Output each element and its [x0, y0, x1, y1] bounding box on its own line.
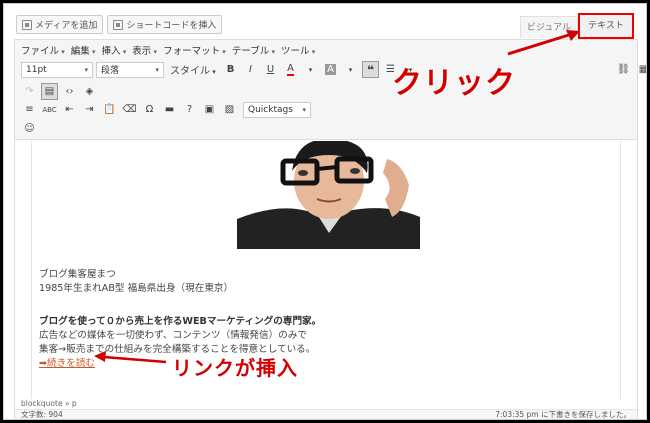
outdent-icon[interactable]: ⇤ [61, 101, 78, 118]
italic-icon[interactable]: I [242, 61, 259, 78]
autosave-status: 7:03:35 pm に下書きを保存しました。 [495, 410, 631, 419]
read-more-link[interactable]: ➡続きを読む [39, 357, 95, 371]
underline-icon[interactable]: U [262, 61, 279, 78]
help-icon[interactable]: ? [181, 101, 198, 118]
code-icon[interactable]: ‹› [61, 83, 78, 100]
preview-icon[interactable]: ◈ [81, 83, 98, 100]
indent-icon[interactable]: ⇥ [81, 101, 98, 118]
insert-shortcode-label: ショートコードを挿入 [126, 21, 217, 31]
bold-icon[interactable]: B [222, 61, 239, 78]
editor-footer: 文字数: 904 7:03:35 pm に下書きを保存しました。 [15, 409, 637, 419]
align-icon[interactable]: ≡ [21, 101, 38, 118]
chevron-down-icon: ▾ [155, 65, 159, 74]
menu-file[interactable]: ファイル [21, 43, 65, 57]
blockquote-icon[interactable]: ❝ [362, 61, 379, 78]
image-icon[interactable]: ▨ [221, 101, 238, 118]
styles-select[interactable]: スタイル ▾ [167, 62, 219, 77]
author-name: ブログ集客屋まつ [39, 269, 116, 280]
editor-frame: メディアを追加 ショートコードを挿入 ビジュアル テキスト ファイル 編集 挿入… [3, 3, 647, 420]
paragraph-value: 段落 [101, 66, 120, 76]
chevron-down-icon[interactable]: ▾ [302, 61, 319, 78]
redo-icon[interactable]: ↷ [21, 83, 38, 100]
link-inserted-annotation: リンクが挿入 [172, 356, 298, 380]
insert-shortcode-button[interactable]: ショートコードを挿入 [107, 15, 223, 34]
tinymce-editor: ファイル 編集 挿入 表示 フォーマット テーブル ツール 11pt▾ 段落▾ … [14, 39, 646, 419]
author-profile: 1985年生まれAB型 福島県出身（現在東京） [39, 283, 234, 294]
menu-view[interactable]: 表示 [132, 43, 157, 57]
profile-photo[interactable] [237, 141, 420, 249]
shortcode-icon [113, 19, 124, 30]
toolbar-row-3: ≡ ABC ⇤ ⇥ 📋 ⌫ Ω ▬ ? ▣ ▨ Quicktags ▾ [21, 101, 311, 118]
document-body[interactable]: ブログ集客屋まつ 1985年生まれAB型 福島県出身（現在東京） ブログを使って… [31, 141, 621, 399]
text-color-icon[interactable]: A [282, 61, 299, 78]
author-tagline: ブログを使って０から売上を作るWEBマーケティングの専門家。 [39, 316, 322, 327]
chevron-down-icon: ▾ [302, 105, 306, 114]
element-path: blockquote » p [21, 399, 77, 408]
chevron-down-icon[interactable]: ▾ [342, 61, 359, 78]
add-media-label: メディアを追加 [35, 21, 98, 31]
menubar: ファイル 編集 挿入 表示 フォーマット テーブル ツール [21, 43, 315, 57]
click-annotation: クリック [392, 66, 516, 101]
tab-visual[interactable]: ビジュアル [519, 16, 578, 38]
toolbar-row-4: ☺ [21, 120, 38, 137]
menu-format[interactable]: フォーマット [163, 43, 226, 57]
menu-table[interactable]: テーブル [232, 43, 275, 57]
tab-text[interactable]: テキスト [578, 13, 634, 39]
toolbar-row-2: ↷ ▤ ‹› ◈ [21, 83, 98, 100]
emoji-icon[interactable]: ☺ [21, 120, 38, 137]
menu-tools[interactable]: ツール [281, 43, 315, 57]
media-buttons: メディアを追加 ショートコードを挿入 [16, 15, 223, 35]
menu-edit[interactable]: 編集 [71, 43, 96, 57]
spellcheck-icon[interactable]: ABC [41, 101, 58, 118]
quicktags-select[interactable]: Quicktags ▾ [243, 101, 311, 118]
editor-toolbar: ファイル 編集 挿入 表示 フォーマット テーブル ツール 11pt▾ 段落▾ … [15, 40, 646, 140]
font-size-select[interactable]: 11pt ▾ [21, 61, 93, 78]
quicktags-label: Quicktags [248, 104, 293, 115]
keyboard-icon[interactable]: ▤ [41, 83, 58, 100]
profile-photo-image [237, 141, 420, 249]
table-icon[interactable]: ▦ [635, 61, 646, 78]
word-count: 文字数: 904 [21, 410, 63, 419]
author-description-1: 広告などの媒体を一切使わず、コンテンツ（情報発信）のみで [39, 330, 307, 341]
editor-content[interactable]: ブログ集客屋まつ 1985年生まれAB型 福島県出身（現在東京） ブログを使って… [15, 141, 637, 399]
paste-icon[interactable]: 📋 [101, 101, 118, 118]
omega-icon[interactable]: Ω [141, 101, 158, 118]
background-color-icon[interactable]: A [322, 61, 339, 78]
add-media-button[interactable]: メディアを追加 [16, 15, 104, 34]
media-icon [22, 19, 32, 30]
media-embed-icon[interactable]: ▣ [201, 101, 218, 118]
menu-insert[interactable]: 挿入 [102, 43, 127, 57]
eraser-icon[interactable]: ⌫ [121, 101, 138, 118]
chevron-down-icon: ▾ [84, 65, 88, 74]
font-size-value: 11pt [26, 64, 47, 75]
hr-icon[interactable]: ▬ [161, 101, 178, 118]
editor-tabs: ビジュアル テキスト [519, 13, 634, 39]
toolbar-row-1: 11pt▾ 段落▾ スタイル ▾ B I U A ▾ A ▾ ❝ ☰ ▾ ⛓ ▦… [21, 61, 646, 78]
unlink-icon[interactable]: ⛓ [615, 61, 632, 78]
paragraph-select[interactable]: 段落 ▾ [96, 61, 164, 78]
styles-label: スタイル [170, 66, 210, 77]
